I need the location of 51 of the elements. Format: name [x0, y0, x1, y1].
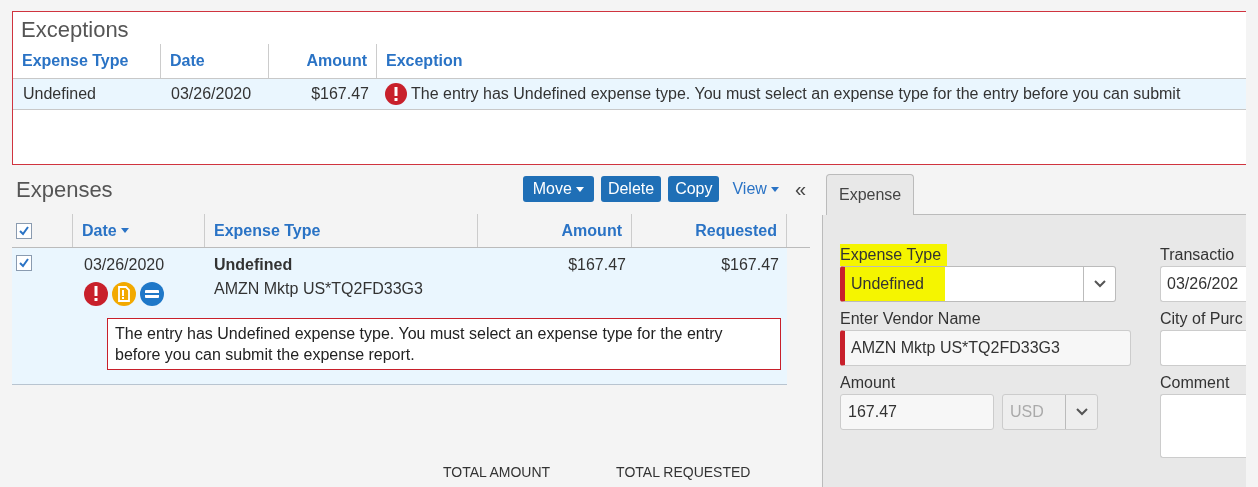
chevron-down-icon: [1075, 408, 1088, 416]
table-cell-text: $167.47: [720, 255, 780, 275]
receipt-warning-icon: [112, 282, 136, 306]
table-cell-text: 03/26/2020: [170, 84, 253, 104]
toolbar-button[interactable]: Copy: [668, 176, 720, 202]
total-label: TOTAL AMOUNT: [443, 463, 551, 482]
field-label: Comment: [1160, 373, 1231, 393]
panel-title: Exceptions: [20, 16, 130, 44]
expense-row[interactable]: 03/26/2020 Undefined AMZN Mktp US*TQ2FD33G3 $167.47 $167.47 The entry has Undefined expense type. You must select an expense type for the entry before you can submit the expense report.: [12, 248, 787, 385]
field-label: Transactio: [1160, 245, 1236, 265]
field-label: Amount: [840, 373, 896, 393]
table-cell-text: 03/26/2020: [84, 255, 166, 275]
card-icon: [140, 282, 164, 306]
exception-message: The entry has Undefined expense type. You must select an expense type for the entry before you can submit: [411, 84, 1181, 104]
panel-title: Expenses: [15, 175, 114, 204]
table-cell-text: $167.47: [567, 255, 627, 275]
input-field[interactable]: [1160, 330, 1246, 366]
error-icon: [84, 282, 108, 306]
column-header[interactable]: Requested: [632, 214, 787, 247]
amount-field[interactable]: 167.47: [840, 394, 994, 430]
table-cell-text: Undefined: [214, 255, 294, 275]
field-label: Enter Vendor Name: [840, 309, 981, 329]
move-button[interactable]: Move: [522, 176, 594, 202]
column-header: Exception: [385, 51, 464, 71]
checkbox[interactable]: [16, 255, 32, 271]
total-label: TOTAL REQUESTED: [616, 463, 751, 482]
caret-icon: [575, 186, 584, 192]
column-header[interactable]: Expense Type: [205, 214, 478, 247]
field-label: Expense Type: [840, 244, 948, 266]
collapse-button[interactable]: «: [794, 179, 806, 199]
table-cell-text: $167.47: [310, 84, 370, 104]
select-value: Undefined: [845, 267, 945, 301]
column-header[interactable]: Date: [73, 214, 205, 247]
chevron-down-icon: [1093, 280, 1106, 288]
exception-row[interactable]: Undefined 03/26/2020 $167.47 The entry has Undefined expense type. You must select an expense type for the entry before you can submit: [13, 78, 1246, 110]
error-icon: [385, 83, 407, 105]
caret-icon: [770, 186, 779, 192]
expense-type-select[interactable]: Undefined: [840, 266, 1116, 302]
caret-icon: [120, 228, 129, 233]
vendor-field[interactable]: AMZN Mktp US*TQ2FD33G3: [840, 330, 1131, 366]
view-menu[interactable]: View: [726, 176, 785, 202]
error-message: The entry has Undefined expense type. You must select an expense type for the entry before you can submit the expense report.: [107, 318, 781, 370]
field-label: City of Purc: [1160, 309, 1244, 329]
toolbar-button[interactable]: Delete: [600, 176, 662, 202]
input-field[interactable]: 03/26/202: [1160, 266, 1246, 302]
column-header[interactable]: Amount: [478, 214, 632, 247]
tab[interactable]: Expense: [826, 174, 915, 215]
comment-field[interactable]: [1160, 394, 1246, 458]
checkbox[interactable]: [16, 222, 32, 239]
table-cell-text: AMZN Mktp US*TQ2FD33G3: [214, 279, 424, 299]
table-cell-text: Undefined: [22, 84, 97, 104]
